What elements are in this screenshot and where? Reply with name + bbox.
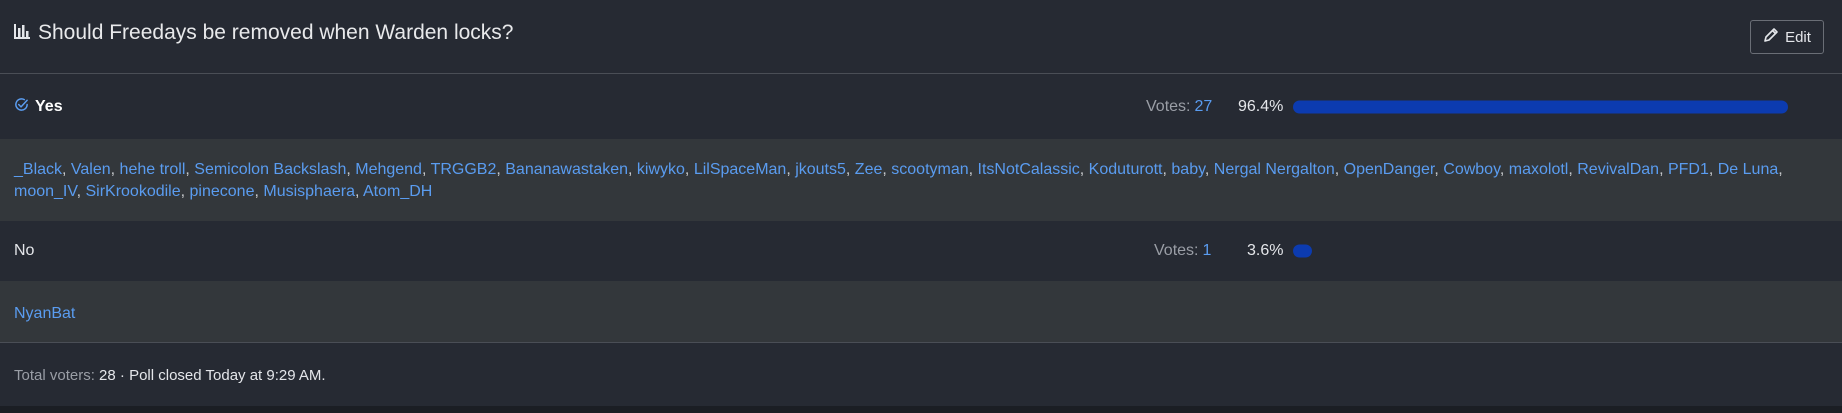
pencil-icon [1763, 27, 1785, 47]
voter-link[interactable]: De Luna [1718, 161, 1779, 178]
vote-percent: 96.4% [1238, 98, 1284, 115]
poll-title: Should Freedays be removed when Warden l… [14, 21, 513, 45]
voter-separator: , [354, 183, 363, 200]
voter-separator: , [346, 161, 356, 178]
voter-link[interactable]: Koduturott [1089, 161, 1163, 178]
voter-link[interactable]: TRGGB2 [431, 161, 497, 178]
voter-link[interactable]: OpenDanger [1344, 161, 1435, 178]
vote-bar [1293, 100, 1807, 114]
voter-separator: , [62, 161, 71, 178]
voter-link[interactable]: Valen [71, 161, 111, 178]
voter-separator: , [845, 161, 855, 178]
voter-link[interactable]: PFD1 [1668, 161, 1709, 178]
voter-link[interactable]: ItsNotCalassic [978, 161, 1080, 178]
poll-choice-yes: Yes Votes: 27 96.4% [0, 75, 1842, 139]
voter-separator: , [684, 161, 694, 178]
poll-header: Should Freedays be removed when Warden l… [0, 0, 1842, 74]
voter-link[interactable]: moon_IV [14, 183, 77, 200]
voter-link[interactable]: Atom_DH [363, 183, 432, 200]
voter-link[interactable]: hehe troll [120, 161, 186, 178]
poll-closed-text: Poll closed Today at 9:29 AM. [129, 367, 326, 384]
voter-link[interactable]: SirKrookodile [85, 183, 180, 200]
voter-link[interactable]: kiwyko [637, 161, 685, 178]
voter-link[interactable]: scootyman [891, 161, 968, 178]
voter-separator: , [1434, 161, 1444, 178]
voter-link[interactable]: maxolotl [1509, 161, 1569, 178]
voter-separator: , [1334, 161, 1344, 178]
voter-separator: , [1568, 161, 1578, 178]
voter-separator: , [1499, 161, 1509, 178]
voter-separator: , [185, 161, 195, 178]
voter-link[interactable]: jkouts5 [795, 161, 846, 178]
poll-title-text: Should Freedays be removed when Warden l… [38, 21, 514, 44]
voter-link[interactable]: pinecone [190, 183, 255, 200]
voters-list-yes: _Black, Valen, hehe troll, Semicolon Bac… [0, 139, 1842, 221]
voter-separator: , [882, 161, 892, 178]
choice-label-text: Yes [35, 98, 63, 115]
voter-separator: , [421, 161, 431, 178]
voter-link[interactable]: RevivalDan [1577, 161, 1659, 178]
poll-footer: Total voters: 28 · Poll closed Today at … [0, 342, 1842, 406]
voter-link[interactable]: Musisphaera [263, 183, 355, 200]
voter-link[interactable]: baby [1171, 161, 1205, 178]
voter-separator: , [1659, 161, 1668, 178]
choice-label: No [14, 242, 34, 260]
voter-link[interactable]: Cowboy [1443, 161, 1500, 178]
vote-bar [1293, 244, 1807, 258]
voter-link[interactable]: Zee [855, 161, 883, 178]
votes-label: Votes: [1146, 98, 1191, 115]
voter-link[interactable]: Nergal Nergalton [1214, 161, 1335, 178]
votes-link[interactable]: 27 [1194, 98, 1212, 115]
poll-choice-no: No Votes: 1 3.6% [0, 221, 1842, 281]
poll-block: Should Freedays be removed when Warden l… [0, 0, 1842, 406]
voter-link[interactable]: NyanBat [14, 305, 75, 322]
voter-link[interactable]: Mehgend [355, 161, 422, 178]
voter-separator: , [180, 183, 190, 200]
voter-link[interactable]: Semicolon Backslash [194, 161, 346, 178]
choice-label: Yes [14, 97, 63, 117]
bar-chart-icon [14, 21, 38, 45]
voter-link[interactable]: _Black [14, 161, 62, 178]
voter-separator: , [1079, 161, 1089, 178]
choice-label-text: No [14, 242, 35, 259]
vote-percent: 3.6% [1247, 242, 1284, 259]
poll-footer-text: Total voters: 28 · Poll closed Today at … [14, 367, 326, 384]
vote-count: Votes: 27 [1146, 98, 1212, 116]
voter-link[interactable]: LilSpaceMan [694, 161, 787, 178]
edit-button-label: Edit [1785, 28, 1811, 46]
voter-separator: , [628, 161, 637, 178]
votes-link[interactable]: 1 [1202, 242, 1211, 259]
edit-button[interactable]: Edit [1750, 20, 1824, 54]
check-circle-icon [14, 97, 35, 117]
voter-separator: , [786, 161, 796, 178]
total-voters-label: Total voters: [14, 367, 95, 384]
voters-list-no: NyanBat [0, 281, 1842, 342]
voter-separator: , [1708, 161, 1718, 178]
total-voters-value: 28 [99, 367, 116, 384]
votes-label: Votes: [1154, 242, 1199, 259]
voter-separator: , [968, 161, 978, 178]
voter-separator: , [1778, 161, 1783, 178]
voter-separator: , [110, 161, 120, 178]
vote-count: Votes: 1 [1154, 242, 1211, 260]
footer-separator: · [119, 367, 125, 384]
voter-separator: , [1204, 161, 1214, 178]
voter-link[interactable]: Bananawastaken [505, 161, 628, 178]
vote-bar-fill [1293, 244, 1312, 258]
voter-separator: , [496, 161, 506, 178]
vote-bar-fill [1293, 100, 1789, 114]
